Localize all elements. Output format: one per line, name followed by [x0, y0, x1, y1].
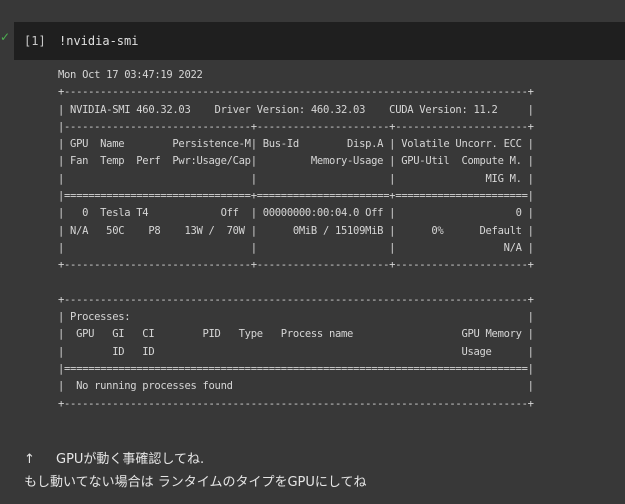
cell-success-check-icon: ✓: [0, 30, 11, 44]
output-line: |=======================================…: [58, 363, 534, 376]
output-line: | N/A 50C P8 13W / 70W | 0MiB / 15109MiB…: [58, 224, 534, 237]
output-line: | GPU GI CI PID Type Process name GPU Me…: [58, 328, 534, 341]
output-line: | NVIDIA-SMI 460.32.03 Driver Version: 4…: [58, 103, 534, 116]
output-line: | ID ID Usage |: [58, 345, 534, 358]
output-line: | | | N/A |: [58, 241, 534, 254]
markdown-line-1: ↑ GPUが動く事確認してね.: [24, 448, 614, 471]
output-line: +---------------------------------------…: [58, 293, 534, 306]
output-line: | | | MIG M. |: [58, 172, 534, 185]
output-line: Mon Oct 17 03:47:19 2022: [58, 69, 203, 81]
output-line: | 0 Tesla T4 Off | 00000000:00:04.0 Off …: [58, 207, 534, 220]
output-line: +---------------------------------------…: [58, 397, 534, 410]
output-line: | No running processes found |: [58, 380, 534, 393]
up-arrow-icon: ↑: [24, 452, 35, 467]
output-line: | Processes: |: [58, 311, 534, 324]
code-editor-line[interactable]: !nvidia-smi: [59, 33, 138, 49]
output-line: | Fan Temp Perf Pwr:Usage/Cap| Memory-Us…: [58, 155, 534, 168]
code-cell-input[interactable]: [1] !nvidia-smi: [14, 22, 625, 60]
execution-count: [1]: [24, 34, 46, 48]
markdown-text-2: もし動いてない場合は ランタイムのタイプをGPUにしてね: [24, 475, 367, 490]
output-line: |===============================+=======…: [58, 190, 534, 203]
cell-output: Mon Oct 17 03:47:19 2022 +--------------…: [58, 67, 618, 413]
output-line: | GPU Name Persistence-M| Bus-Id Disp.A …: [58, 138, 534, 151]
output-line: |-------------------------------+-------…: [58, 120, 534, 133]
markdown-text-1: GPUが動く事確認してね.: [56, 452, 205, 467]
markdown-cell[interactable]: ↑ GPUが動く事確認してね. もし動いてない場合は ランタイムのタイプをGPUに…: [24, 448, 614, 494]
output-line: +---------------------------------------…: [58, 86, 534, 99]
output-line: +-------------------------------+-------…: [58, 259, 534, 272]
